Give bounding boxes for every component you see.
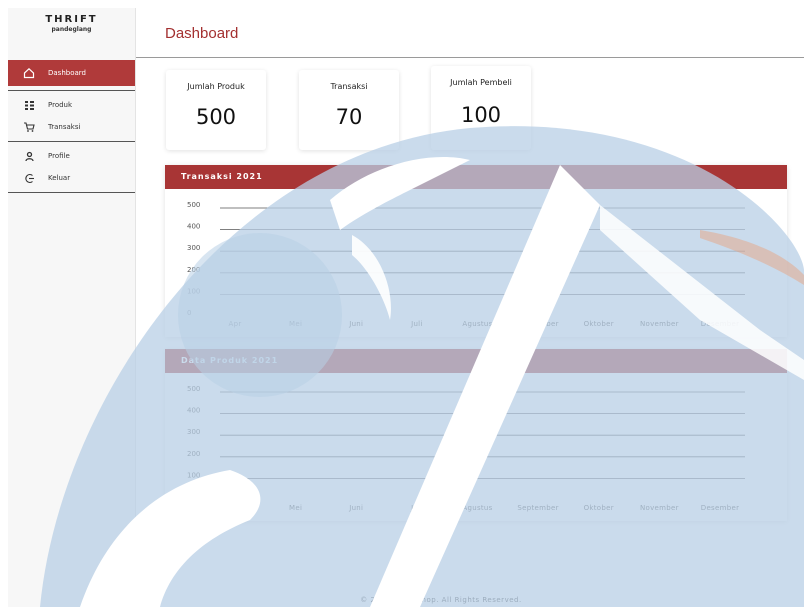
- sidebar-item-keluar[interactable]: Keluar: [8, 167, 135, 189]
- brand-logo[interactable]: THRIFT pandeglang: [8, 8, 135, 56]
- sidebar-item-label: Produk: [48, 101, 73, 109]
- chart-title: Transaksi 2021: [165, 165, 787, 189]
- y-tick-label: 200: [187, 266, 200, 274]
- y-tick-label: 500: [187, 385, 200, 393]
- stat-label: Jumlah Pembeli: [450, 78, 512, 87]
- sidebar-divider: [8, 192, 135, 193]
- header: Dashboard: [136, 8, 804, 58]
- y-tick-label: 0: [187, 309, 191, 317]
- y-tick-label: 400: [187, 407, 200, 415]
- sidebar-item-produk[interactable]: Produk: [8, 94, 135, 116]
- sidebar-item-label: Transaksi: [48, 123, 81, 131]
- x-tick-label: Oktober: [584, 504, 614, 512]
- y-tick-label: 500: [187, 201, 200, 209]
- x-tick-label: Agustus: [462, 320, 492, 328]
- grid-icon: [22, 98, 36, 112]
- stat-card-produk: Jumlah Produk 500: [166, 70, 266, 150]
- x-tick-label: Juni: [348, 320, 363, 328]
- stat-card-transaksi: Transaksi 70: [299, 70, 399, 150]
- y-tick-label: 300: [187, 428, 200, 436]
- x-tick-label: Mei: [289, 320, 302, 328]
- chart-title: Data Produk 2021: [165, 349, 787, 373]
- stat-card-pembeli: Jumlah Pembeli 100: [431, 66, 531, 150]
- sidebar-item-transaksi[interactable]: Transaksi: [8, 116, 135, 138]
- brand-subtitle: pandeglang: [51, 26, 92, 33]
- x-tick-label: Juli: [410, 504, 423, 512]
- home-icon: [22, 66, 36, 80]
- y-tick-label: 100: [187, 471, 200, 479]
- x-tick-label: November: [640, 320, 679, 328]
- x-tick-label: Desember: [701, 504, 740, 512]
- sidebar-divider: [8, 141, 135, 142]
- x-tick-label: November: [640, 504, 679, 512]
- y-tick-label: 300: [187, 244, 200, 252]
- y-tick-label: 200: [187, 450, 200, 458]
- chart-panel-transaksi: Transaksi 2021 0 100 200 300 400 500 Apr Mei Jun…: [165, 165, 787, 337]
- sidebar-divider: [8, 90, 135, 91]
- x-tick-label: September: [517, 320, 558, 328]
- user-icon: [22, 149, 36, 163]
- stat-value: 500: [195, 105, 237, 129]
- chart-panel-produk: Data Produk 2021 0 100 200 300 400 500 Apr Mei J…: [165, 349, 787, 521]
- sidebar-item-profile[interactable]: Profile: [8, 145, 135, 167]
- sidebar-item-label: Profile: [48, 152, 70, 160]
- sidebar-item-label: Keluar: [48, 174, 71, 182]
- chart-produk: 0 100 200 300 400 500 Apr Mei Juni Juli Agustus Sep…: [187, 385, 745, 512]
- x-tick-label: Juni: [348, 504, 363, 512]
- x-tick-label: Oktober: [584, 320, 614, 328]
- cart-icon: [22, 120, 36, 134]
- sidebar: THRIFT pandeglang Dashboard Produk Trans…: [8, 8, 136, 607]
- x-tick-label: Juli: [410, 320, 423, 328]
- x-tick-label: Apr: [228, 504, 241, 512]
- y-tick-label: 0: [187, 493, 191, 501]
- stat-value: 70: [335, 105, 363, 129]
- y-tick-label: 100: [187, 287, 200, 295]
- x-tick-label: Apr: [228, 320, 241, 328]
- stat-value: 100: [460, 103, 502, 127]
- y-tick-label: 400: [187, 223, 200, 231]
- chart-transaksi: 0 100 200 300 400 500 Apr Mei Juni Juli Agustus Sep…: [187, 201, 745, 328]
- sidebar-item-label: Dashboard: [48, 69, 86, 77]
- x-tick-label: Mei: [289, 504, 302, 512]
- brand-title: THRIFT: [45, 14, 98, 25]
- page-title: Dashboard: [165, 25, 239, 42]
- x-tick-label: Desember: [701, 320, 740, 328]
- x-tick-label: Agustus: [462, 504, 492, 512]
- footer-text: © 2022 Thrift shop. All Rights Reserved.: [360, 596, 522, 604]
- stat-label: Transaksi: [330, 82, 368, 91]
- x-tick-label: September: [517, 504, 558, 512]
- sidebar-item-dashboard[interactable]: Dashboard: [8, 60, 135, 86]
- logout-icon: [22, 171, 36, 185]
- stat-label: Jumlah Produk: [187, 82, 245, 91]
